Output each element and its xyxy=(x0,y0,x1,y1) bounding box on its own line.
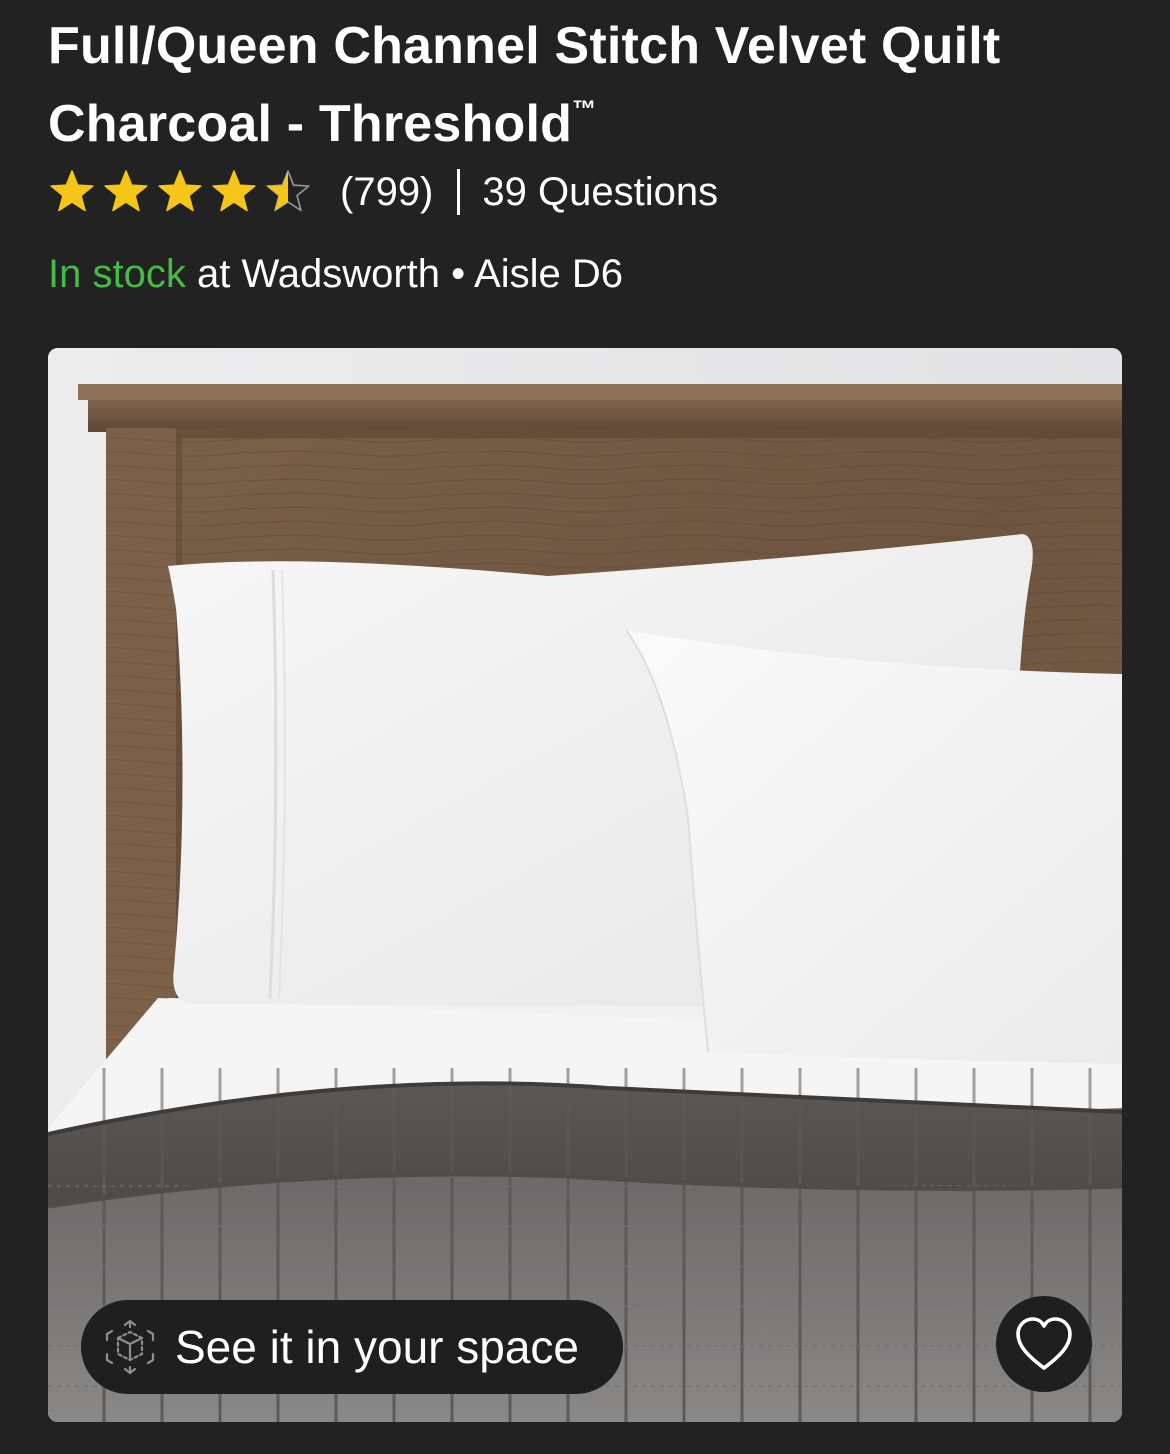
store-location[interactable]: at Wadsworth • Aisle D6 xyxy=(197,252,623,296)
star-icon xyxy=(104,170,148,212)
star-icon xyxy=(50,170,94,212)
product-title: Full/Queen Channel Stitch Velvet Quilt C… xyxy=(48,14,1108,156)
questions-link[interactable]: 39 Questions xyxy=(482,170,718,215)
product-page: Full/Queen Channel Stitch Velvet Quilt C… xyxy=(0,0,1170,1454)
star-icon xyxy=(158,170,202,212)
rating-row: (799) 39 Questions xyxy=(48,166,718,218)
rating-divider xyxy=(457,169,461,215)
star-rating[interactable] xyxy=(48,168,312,216)
favorite-button[interactable] xyxy=(996,1296,1092,1392)
bed-photo xyxy=(48,348,1122,1422)
3d-cube-icon xyxy=(105,1319,155,1375)
product-image[interactable]: See it in your space xyxy=(48,348,1122,1422)
ar-button-label: See it in your space xyxy=(175,1321,580,1373)
trademark-symbol: ™ xyxy=(572,96,597,123)
star-icon xyxy=(266,170,310,212)
see-it-in-your-space-button[interactable]: See it in your space xyxy=(81,1300,623,1394)
availability-row: In stock at Wadsworth • Aisle D6 xyxy=(48,248,623,300)
heart-icon xyxy=(1016,1317,1072,1370)
product-title-text: Full/Queen Channel Stitch Velvet Quilt C… xyxy=(48,17,1001,153)
review-count-link[interactable]: (799) xyxy=(340,170,433,215)
star-icon xyxy=(212,170,256,212)
stock-status: In stock xyxy=(48,252,186,296)
